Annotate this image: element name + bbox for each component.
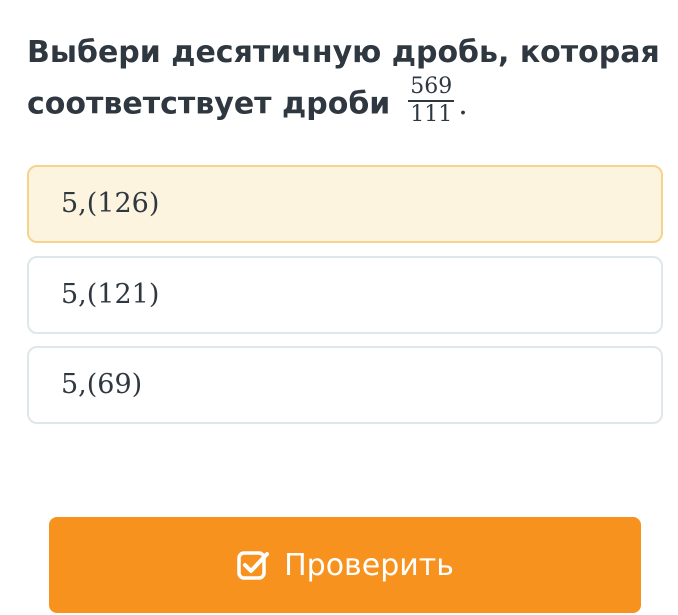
- question-line-2-text: соответствует дроби: [27, 86, 391, 122]
- fraction-numerator: 569: [408, 74, 455, 102]
- fraction: 569 111: [408, 74, 455, 128]
- question-line-2: соответствует дроби 569 111.: [27, 74, 667, 132]
- answer-option-label: 5,(69): [61, 369, 143, 400]
- question-text: Выбери десятичную дробь, которая соответ…: [27, 28, 667, 132]
- answer-option-1[interactable]: 5,(126): [27, 165, 663, 243]
- question-period: .: [458, 86, 468, 122]
- answer-option-2[interactable]: 5,(121): [27, 256, 663, 334]
- question-line-1: Выбери десятичную дробь, которая: [27, 35, 660, 70]
- check-button[interactable]: Проверить: [49, 517, 641, 613]
- check-button-label: Проверить: [284, 547, 454, 583]
- checkbox-check-icon: [236, 548, 270, 582]
- answer-option-label: 5,(126): [61, 188, 160, 219]
- answer-option-label: 5,(121): [61, 279, 160, 310]
- fraction-denominator: 111: [410, 102, 453, 127]
- answer-option-3[interactable]: 5,(69): [27, 346, 663, 424]
